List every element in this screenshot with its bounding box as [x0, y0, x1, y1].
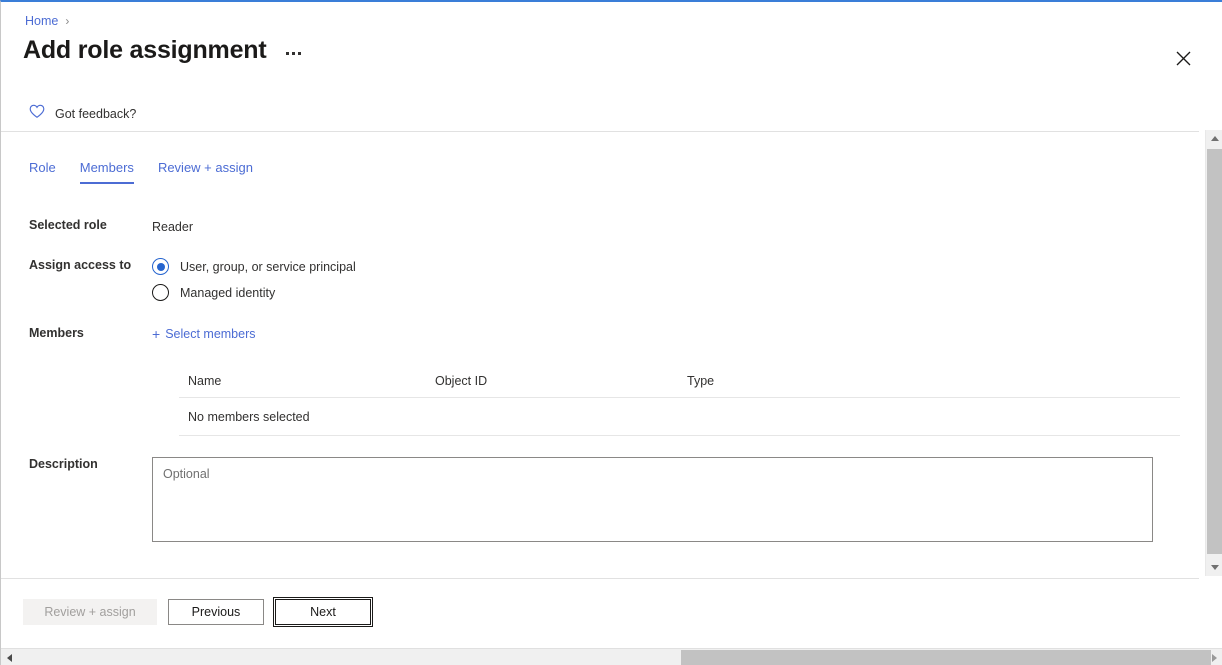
column-header-name: Name	[188, 374, 222, 388]
close-icon[interactable]	[1169, 44, 1197, 72]
blade-header: Home › Add role assignment Got feedback?	[1, 4, 1222, 132]
scroll-down-icon[interactable]	[1206, 559, 1222, 576]
tab-review-assign[interactable]: Review + assign	[146, 160, 265, 184]
vertical-scrollbar[interactable]	[1205, 130, 1222, 576]
select-members-label: Select members	[165, 327, 256, 341]
title-row: Add role assignment	[23, 36, 305, 65]
breadcrumb-separator-icon: ›	[65, 14, 70, 28]
radio-label-managed-identity: Managed identity	[180, 285, 276, 300]
horizontal-scrollbar[interactable]	[1, 648, 1222, 665]
scroll-left-icon[interactable]	[1, 649, 18, 665]
select-members-button[interactable]: + Select members	[152, 327, 256, 341]
selected-role-value: Reader	[152, 220, 193, 234]
field-description: Description	[1, 457, 1199, 547]
radio-mark-selected-icon	[152, 258, 169, 275]
scroll-up-icon[interactable]	[1206, 130, 1222, 147]
members-table-empty-row: No members selected	[179, 398, 1180, 436]
blade-footer: Review + assign Previous Next	[1, 578, 1199, 641]
radio-managed-identity[interactable]: Managed identity	[152, 284, 1199, 301]
assign-access-to-label: Assign access to	[29, 258, 132, 272]
tab-role[interactable]: Role	[29, 160, 68, 184]
radio-mark-unselected-icon	[152, 284, 169, 301]
description-label: Description	[29, 457, 98, 471]
review-assign-button[interactable]: Review + assign	[23, 599, 157, 625]
selected-role-label: Selected role	[29, 218, 107, 232]
members-form: Selected role Reader Assign access to Us…	[1, 202, 1199, 542]
breadcrumb: Home ›	[25, 14, 69, 28]
field-assign-access-to: Assign access to User, group, or service…	[1, 258, 1199, 301]
tab-members[interactable]: Members	[68, 160, 146, 184]
vertical-scrollbar-thumb[interactable]	[1207, 149, 1222, 554]
field-selected-role: Selected role Reader	[1, 218, 1199, 236]
previous-button[interactable]: Previous	[168, 599, 264, 625]
got-feedback-button[interactable]: Got feedback?	[29, 104, 136, 124]
got-feedback-label: Got feedback?	[55, 107, 137, 121]
horizontal-scrollbar-thumb[interactable]	[681, 650, 1211, 665]
plus-icon: +	[152, 326, 161, 342]
ellipsis-icon[interactable]	[282, 46, 305, 61]
heart-icon	[29, 104, 45, 124]
radio-label-user-group-service-principal: User, group, or service principal	[180, 259, 356, 274]
column-header-type: Type	[687, 374, 715, 388]
members-label: Members	[29, 326, 84, 340]
page-title: Add role assignment	[23, 36, 267, 64]
field-members: Members + Select members	[1, 326, 1199, 344]
members-table: Name Object ID Type No members selected	[179, 374, 1180, 436]
members-table-empty-message: No members selected	[188, 409, 310, 424]
header-divider	[1, 131, 1199, 132]
assign-access-to-radio-group: User, group, or service principal Manage…	[152, 258, 1199, 301]
description-input[interactable]	[152, 457, 1153, 542]
column-header-object-id: Object ID	[435, 374, 488, 388]
scroll-right-icon[interactable]	[1206, 649, 1222, 665]
add-role-assignment-blade: Home › Add role assignment Got feedback?	[0, 0, 1222, 665]
wizard-tabs: Role Members Review + assign	[29, 160, 265, 184]
next-button[interactable]: Next	[273, 597, 373, 627]
radio-user-group-service-principal[interactable]: User, group, or service principal	[152, 258, 1199, 275]
breadcrumb-item-home[interactable]: Home	[25, 14, 58, 28]
members-table-header: Name Object ID Type	[179, 374, 1180, 398]
